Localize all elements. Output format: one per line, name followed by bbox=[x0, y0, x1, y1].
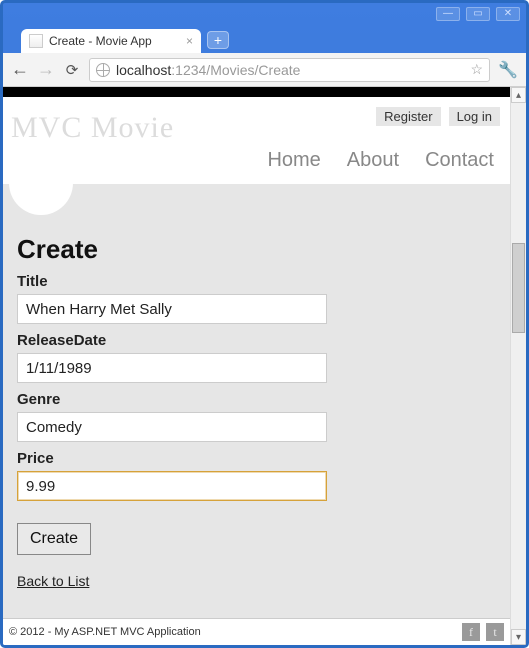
settings-wrench-icon[interactable]: 🔧 bbox=[498, 60, 518, 80]
forward-button[interactable]: → bbox=[37, 59, 55, 80]
label-price: Price bbox=[17, 450, 496, 467]
page-favicon bbox=[29, 34, 43, 48]
bookmark-star-icon[interactable]: ☆ bbox=[471, 61, 484, 78]
account-links: Register Log in bbox=[376, 107, 500, 126]
address-bar[interactable]: localhost:1234/Movies/Create ☆ bbox=[89, 58, 490, 82]
label-release-date: ReleaseDate bbox=[17, 332, 496, 349]
create-button[interactable]: Create bbox=[17, 523, 91, 555]
tab-title: Create - Movie App bbox=[49, 34, 152, 48]
scroll-down-button[interactable]: ▾ bbox=[511, 629, 526, 645]
page-title: Create bbox=[17, 234, 496, 265]
new-tab-button[interactable]: + bbox=[207, 31, 229, 49]
nav-contact[interactable]: Contact bbox=[425, 149, 494, 172]
scroll-track[interactable] bbox=[511, 103, 526, 629]
login-link[interactable]: Log in bbox=[449, 107, 500, 126]
scroll-up-button[interactable]: ▴ bbox=[511, 87, 526, 103]
page-body: Create Title ReleaseDate Genre Price Cre… bbox=[3, 184, 510, 618]
input-genre[interactable] bbox=[17, 412, 327, 442]
back-to-list-link[interactable]: Back to List bbox=[17, 573, 89, 589]
scroll-thumb[interactable] bbox=[512, 243, 525, 333]
url-text: localhost:1234/Movies/Create bbox=[116, 62, 300, 78]
window-close-button[interactable]: ✕ bbox=[496, 7, 520, 21]
input-price[interactable] bbox=[17, 471, 327, 501]
input-title[interactable] bbox=[17, 294, 327, 324]
site-header: Register Log in MVC Movie Home About Con… bbox=[3, 97, 510, 184]
label-title: Title bbox=[17, 273, 496, 290]
nav-home[interactable]: Home bbox=[267, 149, 320, 172]
header-notch bbox=[9, 183, 73, 215]
footer-copyright: © 2012 - My ASP.NET MVC Application bbox=[9, 626, 201, 638]
tab-close-icon[interactable]: × bbox=[186, 34, 193, 48]
back-button[interactable]: ← bbox=[11, 59, 29, 80]
main-nav: Home About Contact bbox=[11, 145, 502, 180]
site-identity-icon bbox=[96, 63, 110, 77]
footer-social: f t bbox=[462, 623, 504, 641]
twitter-icon[interactable]: t bbox=[486, 623, 504, 641]
window-minimize-button[interactable]: — bbox=[436, 7, 460, 21]
browser-window: — ▭ ✕ Create - Movie App × + ← → ⟳ local… bbox=[0, 0, 529, 648]
browser-tab[interactable]: Create - Movie App × bbox=[21, 29, 201, 53]
input-release-date[interactable] bbox=[17, 353, 327, 383]
tab-strip: Create - Movie App × + bbox=[3, 25, 526, 53]
site-footer: © 2012 - My ASP.NET MVC Application f t bbox=[3, 618, 510, 645]
page-content: Register Log in MVC Movie Home About Con… bbox=[3, 87, 510, 645]
reload-button[interactable]: ⟳ bbox=[63, 61, 81, 79]
window-titlebar: — ▭ ✕ bbox=[3, 3, 526, 25]
browser-toolbar: ← → ⟳ localhost:1234/Movies/Create ☆ 🔧 bbox=[3, 53, 526, 87]
nav-about[interactable]: About bbox=[347, 149, 399, 172]
register-link[interactable]: Register bbox=[376, 107, 440, 126]
facebook-icon[interactable]: f bbox=[462, 623, 480, 641]
label-genre: Genre bbox=[17, 391, 496, 408]
window-maximize-button[interactable]: ▭ bbox=[466, 7, 490, 21]
page-viewport: Register Log in MVC Movie Home About Con… bbox=[3, 87, 526, 645]
top-accent-bar bbox=[3, 87, 510, 97]
vertical-scrollbar[interactable]: ▴ ▾ bbox=[510, 87, 526, 645]
